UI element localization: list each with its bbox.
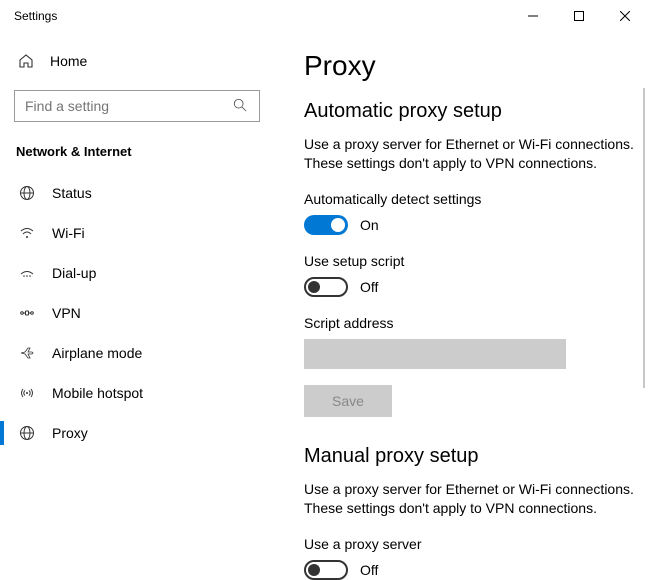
search-icon	[233, 98, 249, 114]
sidebar-item-label: VPN	[52, 305, 81, 321]
auto-detect-state: On	[360, 217, 379, 233]
close-button[interactable]	[602, 0, 648, 32]
sidebar-item-status[interactable]: Status	[0, 173, 274, 213]
sidebar-item-label: Status	[52, 185, 92, 201]
auto-detect-toggle[interactable]	[304, 215, 348, 235]
globe-icon	[18, 184, 36, 202]
globe-icon	[18, 424, 36, 442]
manual-desc: Use a proxy server for Ethernet or Wi-Fi…	[304, 480, 634, 518]
airplane-icon	[18, 344, 36, 362]
setup-script-state: Off	[360, 279, 378, 295]
sidebar-item-label: Proxy	[52, 425, 88, 441]
script-address-input[interactable]	[304, 339, 566, 369]
script-address-label: Script address	[304, 315, 648, 331]
sidebar-item-hotspot[interactable]: Mobile hotspot	[0, 373, 274, 413]
sidebar-item-airplane[interactable]: Airplane mode	[0, 333, 274, 373]
dialup-icon	[18, 264, 36, 282]
home-icon	[18, 53, 34, 69]
window-title: Settings	[14, 9, 510, 23]
manual-heading: Manual proxy setup	[304, 445, 648, 468]
search-box[interactable]	[14, 90, 260, 122]
use-proxy-label: Use a proxy server	[304, 536, 648, 552]
sidebar-item-wifi[interactable]: Wi-Fi	[0, 213, 274, 253]
sidebar-item-label: Airplane mode	[52, 345, 142, 361]
use-proxy-state: Off	[360, 562, 378, 578]
sidebar-item-vpn[interactable]: VPN	[0, 293, 274, 333]
scrollbar[interactable]	[643, 88, 645, 388]
auto-heading: Automatic proxy setup	[304, 100, 648, 123]
setup-script-toggle[interactable]	[304, 277, 348, 297]
main-content: Proxy Automatic proxy setup Use a proxy …	[274, 32, 648, 542]
auto-detect-label: Automatically detect settings	[304, 191, 648, 207]
hotspot-icon	[18, 384, 36, 402]
use-proxy-toggle[interactable]	[304, 560, 348, 580]
window-controls	[510, 0, 648, 32]
sidebar-item-dialup[interactable]: Dial-up	[0, 253, 274, 293]
auto-desc: Use a proxy server for Ethernet or Wi-Fi…	[304, 135, 634, 173]
titlebar: Settings	[0, 0, 648, 32]
wifi-icon	[18, 224, 36, 242]
save-button[interactable]: Save	[304, 385, 392, 417]
category-title: Network & Internet	[0, 122, 274, 173]
sidebar-item-proxy[interactable]: Proxy	[0, 413, 274, 453]
sidebar-item-label: Dial-up	[52, 265, 96, 281]
home-label: Home	[50, 53, 87, 69]
page-title: Proxy	[304, 50, 648, 82]
sidebar: Home Network & Internet Status Wi-Fi Dia…	[0, 32, 274, 542]
home-nav[interactable]: Home	[0, 42, 274, 80]
sidebar-item-label: Wi-Fi	[52, 225, 85, 241]
search-input[interactable]	[25, 98, 233, 114]
maximize-button[interactable]	[556, 0, 602, 32]
sidebar-item-label: Mobile hotspot	[52, 385, 143, 401]
minimize-button[interactable]	[510, 0, 556, 32]
setup-script-label: Use setup script	[304, 253, 648, 269]
vpn-icon	[18, 304, 36, 322]
